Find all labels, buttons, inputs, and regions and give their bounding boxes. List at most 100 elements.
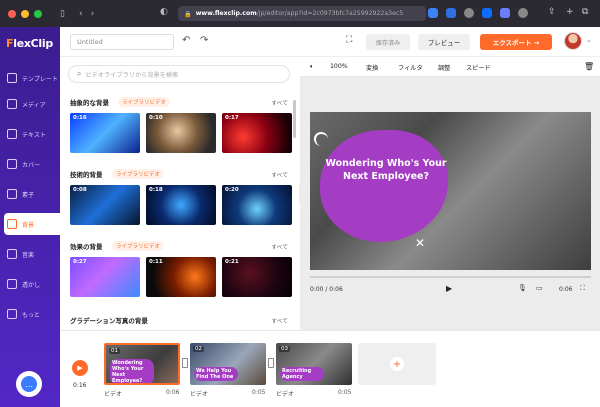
clip-duration: 0:05 xyxy=(338,389,352,396)
playback-time: 0:00 / 0:06 xyxy=(310,286,343,293)
see-all-link-gradient[interactable]: すべて xyxy=(271,316,288,325)
address-bar[interactable]: 🔒 www.flexclip.com /jp/editor/app?id=2c0… xyxy=(178,6,426,21)
trash-icon[interactable]: 🗑︎ xyxy=(584,62,594,71)
lock-icon: 🔒 xyxy=(184,10,192,18)
more-icon xyxy=(7,309,17,319)
fullscreen-icon[interactable]: ⛶ xyxy=(580,284,585,293)
preview-button[interactable]: プレビュー xyxy=(418,34,470,50)
extension-contrast-icon[interactable] xyxy=(464,8,474,18)
tool-transform[interactable]: 変換 xyxy=(366,63,378,72)
background-thumbnail[interactable]: 0:21 xyxy=(222,257,292,297)
tabs-overview-icon[interactable]: ⧉ xyxy=(582,7,588,17)
minimize-window-button[interactable] xyxy=(21,9,29,18)
clip-duration: 0:06 xyxy=(559,286,573,293)
library-video-tag: ライブラリビデオ xyxy=(112,169,165,179)
background-thumbnail[interactable]: 0:27 xyxy=(70,257,140,297)
nav-item-more[interactable]: もっと xyxy=(0,303,60,325)
editor-toolbar: Untitled ↶ ↷ ⛶ 保存済み プレビュー エクスポート → ⌄ xyxy=(60,27,600,57)
caption-icon[interactable]: ▭ xyxy=(536,284,543,292)
transition-handle[interactable] xyxy=(268,358,274,368)
background-thumbnail[interactable]: 0:08 xyxy=(70,185,140,225)
see-all-link-abstract[interactable]: すべて xyxy=(271,98,288,107)
play-icon[interactable]: ▶ xyxy=(446,284,452,293)
flexclip-logo[interactable]: FlexClip xyxy=(6,37,53,50)
chat-support-button[interactable]: … xyxy=(16,371,42,397)
nav-item-text[interactable]: テキスト xyxy=(0,123,60,145)
background-thumbnail[interactable]: 0:18 xyxy=(146,185,216,225)
clip-label: ビデオ xyxy=(190,391,209,398)
elements-icon xyxy=(7,189,17,199)
purple-blob-shape xyxy=(320,130,448,242)
arc-decoration xyxy=(314,132,328,146)
nav-item-media[interactable]: メディア xyxy=(0,93,60,115)
video-canvas[interactable]: Wondering Who's Your Next Employee? ✕ xyxy=(310,112,591,270)
cover-icon xyxy=(7,159,17,169)
timeline-time: 0:16 xyxy=(73,382,87,389)
section-title-tech: 技術的背景 xyxy=(70,171,103,179)
redo-icon[interactable]: ↷ xyxy=(200,35,208,46)
background-thumbnail[interactable]: 0:17 xyxy=(222,113,292,153)
preview-area: 🔈︎ 100% 変換 フィルタ 調整 スピード 🗑︎ Wondering Who… xyxy=(300,57,600,330)
clip-toolbar: 🔈︎ 100% 変換 フィルタ 調整 スピード 🗑︎ xyxy=(300,57,600,77)
export-button[interactable]: エクスポート → xyxy=(480,34,552,50)
share-icon[interactable]: ⇪ xyxy=(548,7,556,17)
volume-level[interactable]: 100% xyxy=(330,63,348,70)
background-thumbnail[interactable]: 0:10 xyxy=(146,113,216,153)
nav-item-background[interactable]: 背景 xyxy=(4,213,60,235)
extension-b-icon[interactable] xyxy=(482,8,492,18)
nav-item-templates[interactable]: テンプレート xyxy=(0,67,60,89)
timeline-clip[interactable]: 03 Recruiting Agency xyxy=(276,343,352,385)
timeline-play-button[interactable]: ▶ xyxy=(72,360,88,376)
nav-item-elements[interactable]: 素子 xyxy=(0,183,60,205)
background-thumbnail[interactable]: 0:11 xyxy=(146,257,216,297)
tool-speed[interactable]: スピード xyxy=(466,63,491,72)
extension-badge-icon[interactable] xyxy=(446,8,456,18)
timeline-clip[interactable]: 01 Wondering Who's Your Next Employee? xyxy=(104,343,180,385)
microphone-icon[interactable]: 🎙︎ xyxy=(518,284,527,292)
url-path: /jp/editor/app?id=2c0973bfc7a25992922a3e… xyxy=(256,10,404,17)
add-clip-button[interactable]: + xyxy=(358,343,436,385)
tool-adjust[interactable]: 調整 xyxy=(438,63,450,72)
new-tab-icon[interactable]: + xyxy=(566,7,574,17)
chevron-left-icon[interactable]: ‹ xyxy=(79,9,83,19)
library-scrollbar[interactable] xyxy=(293,100,296,138)
clip-label: ビデオ xyxy=(276,391,295,398)
save-status-button[interactable]: 保存済み xyxy=(366,34,410,50)
chevron-down-icon[interactable]: ⌄ xyxy=(586,36,592,44)
background-thumbnail[interactable]: 0:16 xyxy=(70,113,140,153)
background-thumbnail[interactable]: 0:20 xyxy=(222,185,292,225)
cross-decoration: ✕ xyxy=(415,236,426,250)
playback-progress-track[interactable] xyxy=(310,276,591,278)
text-icon xyxy=(7,129,17,139)
shield-privacy-icon[interactable]: ◐ xyxy=(160,7,168,17)
fullscreen-icon[interactable]: ⛶ xyxy=(346,35,352,45)
undo-icon[interactable]: ↶ xyxy=(182,35,190,46)
see-all-link-tech[interactable]: すべて xyxy=(271,170,288,179)
volume-icon[interactable]: 🔈︎ xyxy=(310,63,314,71)
library-video-tag: ライブラリビデオ xyxy=(112,241,165,251)
nav-item-watermark[interactable]: 透かし xyxy=(0,273,60,295)
video-headline[interactable]: Wondering Who's Your Next Employee? xyxy=(316,157,456,183)
project-name-input[interactable]: Untitled xyxy=(70,34,174,50)
sidebar-toggle-icon[interactable]: ▯ xyxy=(60,9,65,19)
nav-item-cover[interactable]: カバー xyxy=(0,153,60,175)
chat-bubble-icon: … xyxy=(21,376,37,392)
chevron-right-icon[interactable]: › xyxy=(91,9,95,19)
nav-item-music[interactable]: 音楽 xyxy=(0,243,60,265)
see-all-link-effects[interactable]: すべて xyxy=(271,242,288,251)
library-search-input[interactable]: ⌕ ビデオライブラリから背景を検索 xyxy=(68,65,290,83)
extension-shield-icon[interactable] xyxy=(428,8,438,18)
avatar[interactable] xyxy=(564,32,582,50)
transition-handle[interactable] xyxy=(182,358,188,368)
close-window-button[interactable] xyxy=(8,9,16,18)
extension-gear-icon[interactable] xyxy=(518,8,528,18)
tool-filter[interactable]: フィルタ xyxy=(398,63,423,72)
background-library-panel: ⌕ ビデオライブラリから背景を検索 抽象的な背景 ライブラリビデオ すべて 0:… xyxy=(60,57,300,330)
section-title-abstract: 抽象的な背景 xyxy=(70,99,109,107)
timeline-clip[interactable]: 02 We Help You Find The One xyxy=(190,343,266,385)
translate-icon[interactable] xyxy=(500,8,510,18)
browser-chrome: ▯ ‹ › ◐ 🔒 www.flexclip.com /jp/editor/ap… xyxy=(0,0,600,27)
play-icon: ▶ xyxy=(77,364,83,372)
maximize-window-button[interactable] xyxy=(34,9,42,18)
media-folder-icon xyxy=(7,99,17,109)
